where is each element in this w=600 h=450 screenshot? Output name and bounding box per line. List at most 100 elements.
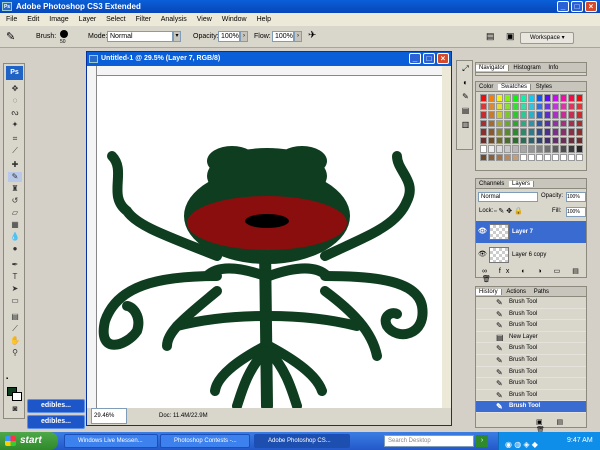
workspace-button[interactable]: Workspace ▾	[520, 32, 574, 44]
start-button[interactable]: start	[0, 432, 58, 450]
flow-field[interactable]: 100%	[272, 31, 294, 42]
background-color-swatch[interactable]	[12, 392, 22, 401]
notes-tool-icon[interactable]: ▤	[8, 312, 22, 322]
swatch[interactable]	[488, 102, 495, 110]
swatch[interactable]	[560, 136, 567, 144]
swatch[interactable]	[552, 111, 559, 119]
zoom-field[interactable]: 29.46%	[91, 408, 127, 424]
swatch[interactable]	[480, 136, 487, 144]
lasso-tool-icon[interactable]: ᔓ	[8, 108, 22, 118]
swatch[interactable]	[544, 128, 551, 136]
tab-swatches[interactable]: Swatches	[498, 84, 532, 90]
brush-tool-icon[interactable]: ✎	[8, 172, 22, 182]
doc-maximize-button[interactable]: □	[423, 53, 435, 64]
swatch[interactable]	[496, 94, 503, 102]
swatch[interactable]	[520, 94, 527, 102]
canvas[interactable]	[97, 76, 442, 408]
layer-comps-dock-icon[interactable]: ▤	[459, 105, 472, 117]
swatch[interactable]	[488, 111, 495, 119]
brushes-dock-icon[interactable]: ✎	[459, 91, 472, 103]
swatch[interactable]	[504, 136, 511, 144]
history-item[interactable]: ✎ Brush Tool	[476, 390, 586, 402]
file-browser-icon[interactable]: ▤	[486, 31, 495, 42]
swatch[interactable]	[568, 119, 575, 127]
swatch[interactable]	[528, 128, 535, 136]
clone-source-dock-icon[interactable]: ▥	[459, 119, 472, 131]
tab-navigator[interactable]: Navigator	[476, 65, 509, 71]
history-item[interactable]: ✎ Brush Tool	[476, 367, 586, 379]
menu-edit[interactable]: Edit	[27, 16, 39, 23]
swatch[interactable]	[544, 119, 551, 127]
swatch[interactable]	[560, 119, 567, 127]
close-button[interactable]: ×	[585, 1, 597, 12]
menu-file[interactable]: File	[6, 16, 17, 23]
tab-channels[interactable]: Channels	[476, 181, 507, 187]
swatch[interactable]	[576, 153, 583, 161]
swatch[interactable]	[520, 119, 527, 127]
swatch[interactable]	[560, 145, 567, 153]
swatch[interactable]	[552, 145, 559, 153]
airbrush-icon[interactable]: ✈	[308, 30, 316, 41]
default-colors-icon[interactable]: ▪	[6, 376, 8, 382]
swatch[interactable]	[536, 119, 543, 127]
navigator-dock-icon[interactable]: ⤢	[459, 63, 472, 75]
swatch[interactable]	[520, 145, 527, 153]
swatch[interactable]	[496, 102, 503, 110]
flow-arrow-icon[interactable]: ›	[294, 31, 302, 42]
path-selection-tool-icon[interactable]: ➤	[8, 284, 22, 294]
tab-layers[interactable]: Layers	[509, 181, 535, 187]
swatch[interactable]	[488, 153, 495, 161]
swatch[interactable]	[504, 145, 511, 153]
maximize-button[interactable]: □	[571, 1, 583, 12]
swatch[interactable]	[536, 136, 543, 144]
history-item[interactable]: ✎ Brush Tool	[476, 320, 586, 332]
eyedropper-tool-icon[interactable]: ⟋	[8, 324, 22, 334]
swatch[interactable]	[560, 111, 567, 119]
mode-dropdown-arrow-icon[interactable]: ▾	[173, 31, 181, 42]
desktop-search-input[interactable]: Search Desktop	[384, 435, 474, 447]
swatch[interactable]	[496, 128, 503, 136]
eye-icon[interactable]: 👁	[478, 244, 487, 266]
tab-styles[interactable]: Styles	[533, 84, 555, 90]
doc-close-button[interactable]: ×	[437, 53, 449, 64]
menu-help[interactable]: Help	[257, 16, 271, 23]
swatch[interactable]	[544, 94, 551, 102]
color-dock-icon[interactable]: ◐	[459, 77, 472, 89]
swatch[interactable]	[544, 136, 551, 144]
swatch[interactable]	[552, 94, 559, 102]
history-item[interactable]: ✎ Brush Tool	[476, 343, 586, 355]
swatch[interactable]	[512, 153, 519, 161]
swatch[interactable]	[560, 102, 567, 110]
history-item[interactable]: ✎ Brush Tool	[476, 401, 586, 413]
swatch[interactable]	[496, 153, 503, 161]
taskbar-item-firefox[interactable]: Photoshop Contests -...	[160, 434, 250, 448]
fill-field[interactable]: 100%	[566, 207, 586, 217]
swatch[interactable]	[568, 153, 575, 161]
swatch[interactable]	[552, 128, 559, 136]
swatch[interactable]	[576, 119, 583, 127]
swatch[interactable]	[504, 111, 511, 119]
move-tool-icon[interactable]: ✥	[8, 84, 22, 94]
opacity-field[interactable]: 100%	[218, 31, 240, 42]
swatch[interactable]	[528, 119, 535, 127]
swatch[interactable]	[480, 145, 487, 153]
history-brush-tool-icon[interactable]: ↺	[8, 196, 22, 206]
swatch[interactable]	[520, 128, 527, 136]
tab-history[interactable]: History	[476, 289, 502, 295]
swatch[interactable]	[552, 136, 559, 144]
swatch[interactable]	[504, 119, 511, 127]
tab-color[interactable]: Color	[476, 84, 496, 90]
swatch[interactable]	[520, 136, 527, 144]
menu-layer[interactable]: Layer	[79, 16, 97, 23]
layer-opacity-field[interactable]: 100%	[566, 192, 586, 202]
swatch[interactable]	[560, 153, 567, 161]
healing-brush-tool-icon[interactable]: ✚	[8, 160, 22, 170]
swatch[interactable]	[512, 119, 519, 127]
swatch[interactable]	[576, 111, 583, 119]
tab-histogram[interactable]: Histogram	[510, 65, 543, 71]
swatch[interactable]	[544, 145, 551, 153]
swatch[interactable]	[536, 128, 543, 136]
swatch[interactable]	[480, 102, 487, 110]
swatch[interactable]	[488, 145, 495, 153]
doc-minimize-button[interactable]: _	[409, 53, 421, 64]
